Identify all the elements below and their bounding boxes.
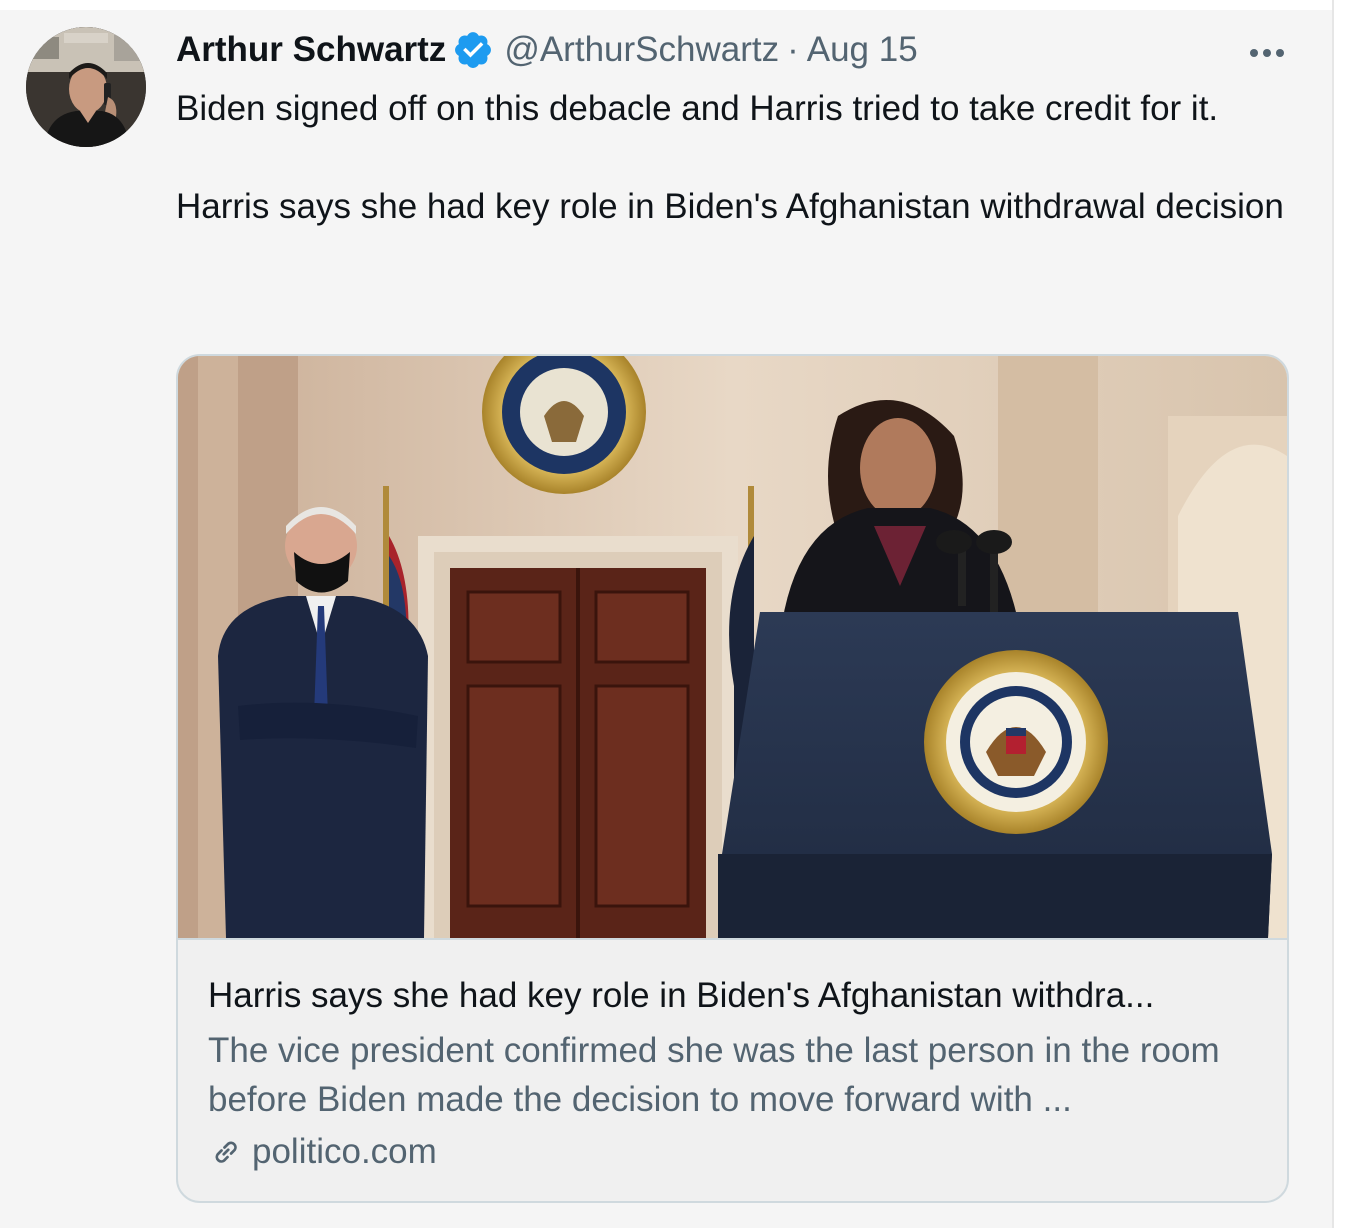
author-handle[interactable]: @ArthurSchwartz [504, 30, 779, 70]
page: Arthur Schwartz @ArthurSchwartz · Aug 15… [0, 0, 1371, 1228]
tweet-text: Biden signed off on this debacle and Har… [176, 84, 1306, 231]
card-image[interactable] [178, 356, 1287, 938]
author-name[interactable]: Arthur Schwartz [176, 30, 446, 70]
tweet-paragraph: Harris says she had key role in Biden's … [176, 187, 1284, 226]
verified-badge-icon [452, 29, 494, 71]
press-briefing-photo [178, 356, 1287, 938]
card-domain-text: politico.com [252, 1132, 437, 1171]
avatar-photo [26, 27, 146, 147]
tweet-paragraph: Biden signed off on this debacle and Har… [176, 89, 1219, 128]
link-preview-card[interactable]: Harris says she had key role in Biden's … [176, 354, 1289, 1203]
card-title[interactable]: Harris says she had key role in Biden's … [208, 974, 1248, 1018]
header-separator: · [787, 30, 799, 69]
more-options-icon[interactable] [1242, 38, 1292, 68]
card-description[interactable]: The vice president confirmed she was the… [208, 1026, 1258, 1124]
tweet-header: Arthur Schwartz @ArthurSchwartz · Aug 15 [176, 30, 918, 70]
top-divider [0, 0, 1332, 10]
author-avatar[interactable] [26, 27, 146, 147]
card-domain[interactable]: politico.com [208, 1130, 437, 1174]
card-divider [178, 938, 1287, 940]
tweet-date[interactable]: Aug 15 [807, 30, 918, 70]
more-dot [1250, 49, 1258, 57]
right-gutter [1334, 0, 1371, 1228]
more-dot [1276, 49, 1284, 57]
tweet[interactable]: Arthur Schwartz @ArthurSchwartz · Aug 15… [0, 10, 1332, 1228]
link-icon [215, 1141, 237, 1163]
more-dot [1263, 49, 1271, 57]
